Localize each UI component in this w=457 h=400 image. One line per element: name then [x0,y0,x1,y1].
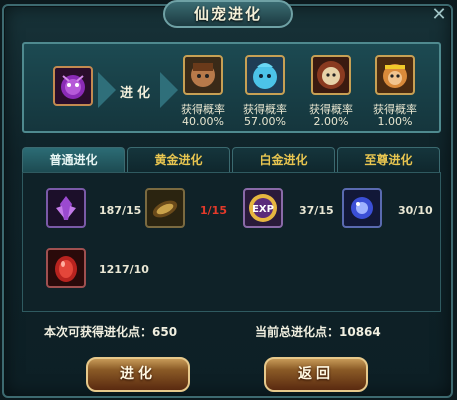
prob-value-3: 2.00% [313,115,349,128]
material-slot-2[interactable] [145,188,185,228]
tab-supreme-evolution[interactable]: 至尊进化 [337,147,440,172]
window-title: 仙宠进化 [163,0,293,28]
purple-pet-icon [61,75,85,99]
prob-value-4: 1.00% [377,115,413,128]
material-slot-4[interactable] [342,188,382,228]
material-count-2: 1/15 [200,204,227,217]
monkey-pet-icon [383,64,407,88]
material-count-1: 187/15 [99,204,142,217]
result-pet-slot-4[interactable] [375,55,415,95]
lion-pet-icon [317,61,345,89]
result-pet-slot-2[interactable] [245,55,285,95]
exp-orb-icon: EXP [249,194,277,222]
svg-text:EXP: EXP [252,204,274,215]
tab-gold-evolution[interactable]: 黄金进化 [127,147,230,172]
warrior-pet-icon [191,63,215,87]
material-slot-3[interactable]: EXP [243,188,283,228]
total-points-text: 当前总进化点：10864 [255,325,381,339]
evolution-tab-bar: 普通进化 黄金进化 白金进化 至尊进化 [22,147,441,172]
obtainable-points-text: 本次可获得进化点：650 [44,325,178,339]
material-count-4: 30/10 [398,204,433,217]
material-count-3: 37/15 [299,204,334,217]
material-slot-1[interactable] [46,188,86,228]
tab-normal-evolution[interactable]: 普通进化 [22,147,125,172]
result-pet-slot-3[interactable] [311,55,351,95]
evolve-arrow-icon [98,72,116,108]
prob-value-1: 40.00% [182,115,224,128]
blue-pet-icon [253,63,277,89]
evolve-label: 进化 [120,86,155,101]
evolve-button[interactable]: 进化 [86,357,190,392]
red-egg-icon [55,256,77,282]
tab-platinum-evolution[interactable]: 白金进化 [232,147,335,172]
current-pet-slot[interactable] [53,66,93,106]
back-button[interactable]: 返回 [264,357,368,392]
material-slot-5[interactable] [46,248,86,288]
golden-seed-icon [152,200,178,218]
prob-value-2: 57.00% [244,115,286,128]
blue-spirit-stone-icon [351,197,373,219]
close-icon[interactable]: ✕ [428,4,450,26]
purple-crystal-icon [56,196,76,220]
material-count-5: 1217/10 [99,263,149,276]
result-pet-slot-1[interactable] [183,55,223,95]
